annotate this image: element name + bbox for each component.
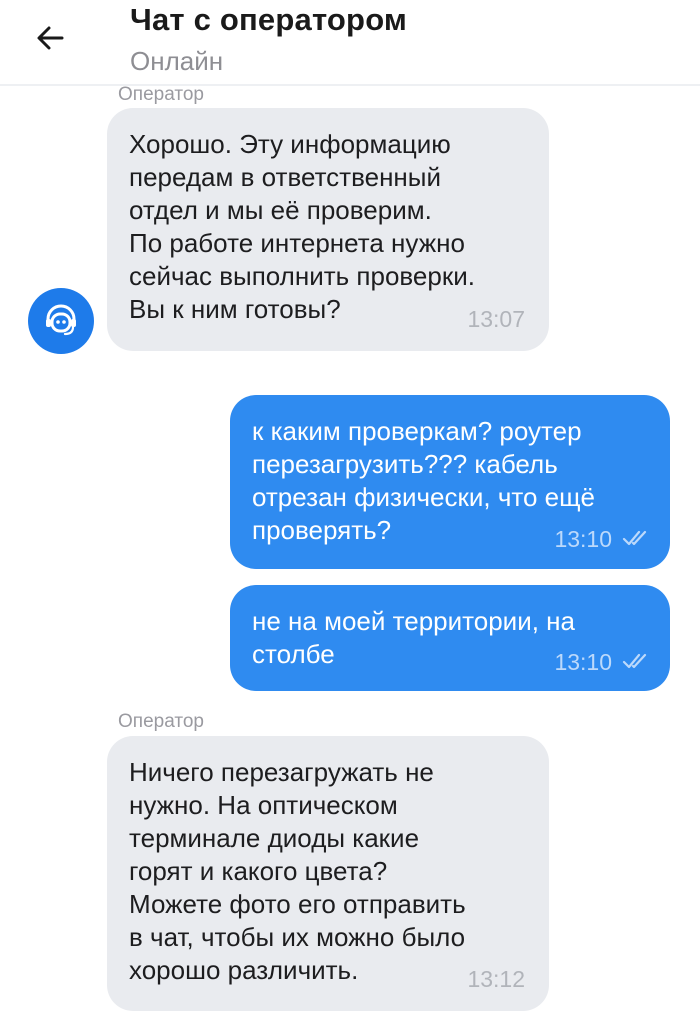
arrow-left-icon (37, 26, 64, 50)
incoming-message[interactable]: Ничего перезагружать не нужно. На оптиче… (107, 736, 549, 1011)
message-line: отдел и мы её проверим. (129, 195, 432, 225)
message-line: не на моей территории, на (252, 606, 575, 636)
chat-screen: Чат с оператором Онлайн Оператор Хорошо.… (0, 0, 700, 1026)
message-time: 13:10 (554, 649, 612, 675)
message-line: передам в ответственный (129, 162, 441, 192)
chat-header: Чат с оператором Онлайн (0, 0, 700, 86)
sender-label: Оператор (118, 84, 204, 105)
double-check-icon (622, 530, 647, 546)
message-time: 13:10 (554, 526, 612, 552)
chat-title: Чат с оператором (130, 2, 408, 37)
message-line: терминале диоды какие (129, 823, 420, 853)
outgoing-message[interactable]: не на моей территории, на столбе 13:10 (230, 585, 670, 691)
message-line: Можете фото его отправить (129, 889, 466, 919)
message-line: отрезан физически, что ещё (252, 482, 595, 512)
message-line: нужно. На оптическом (129, 790, 398, 820)
incoming-message[interactable]: Хорошо. Эту информацию передам в ответст… (107, 108, 549, 351)
message-time: 13:12 (467, 966, 525, 992)
message-line: Ничего перезагружать не (129, 757, 434, 787)
message-line: Хорошо. Эту информацию (129, 129, 451, 159)
message-line: в чат, чтобы их можно было (129, 922, 466, 952)
message-line: Вы к ним готовы? (129, 294, 341, 324)
message-line: хорошо различить. (129, 955, 359, 985)
message-line: По работе интернета нужно (129, 228, 465, 258)
sender-label: Оператор (118, 711, 204, 732)
outgoing-message[interactable]: к каким проверкам? роутер перезагрузить?… (230, 395, 670, 569)
double-check-icon (622, 653, 647, 669)
operator-headset-icon (46, 304, 76, 336)
back-button[interactable] (26, 14, 74, 62)
operator-avatar[interactable] (28, 288, 94, 354)
message-line: перезагрузить??? кабель (252, 449, 558, 479)
message-line: сейчас выполнить проверки. (129, 261, 475, 291)
chat-status: Онлайн (130, 46, 224, 76)
message-line: к каким проверкам? роутер (252, 416, 582, 446)
message-line: горят и какого цвета? (129, 856, 388, 886)
message-time: 13:07 (467, 306, 525, 332)
